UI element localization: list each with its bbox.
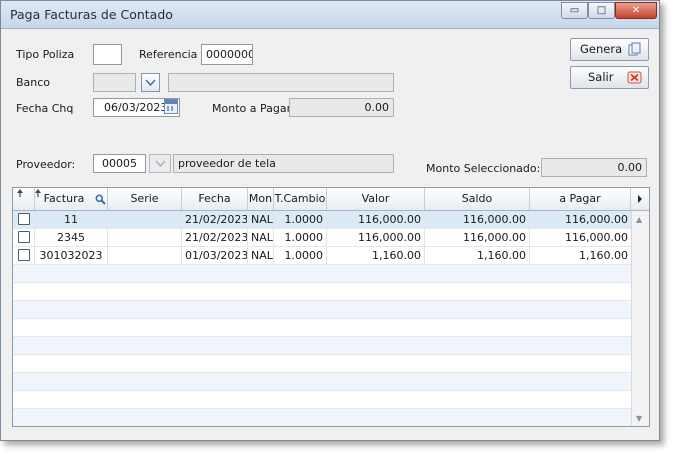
- empty-row: [13, 337, 631, 355]
- sort-column-header[interactable]: [13, 188, 35, 210]
- banco-name-field: [168, 73, 394, 92]
- arrow-right-icon: [638, 195, 642, 203]
- apagar-cell: 116,000.00: [565, 213, 628, 226]
- facturas-grid: Factura Serie Fecha Mon T.Cambio Valor S…: [12, 187, 650, 427]
- document-icon: [628, 42, 641, 56]
- tcambio-cell: 1.0000: [274, 229, 327, 246]
- monto-seleccionado-label: Monto Seleccionado:: [426, 162, 541, 175]
- mon-cell: NAL: [248, 211, 274, 228]
- row-checkbox[interactable]: [18, 213, 30, 225]
- valor-cell: 116,000.00: [327, 229, 425, 246]
- tcambio-cell: 1.0000: [274, 247, 327, 264]
- vertical-scrollbar[interactable]: ▲ ▼: [631, 211, 649, 426]
- banco-lookup-button[interactable]: [141, 73, 160, 92]
- row-checkbox[interactable]: [18, 249, 30, 261]
- proveedor-name-field: proveedor de tela: [173, 154, 394, 173]
- grid-rows: 11 21/02/2023 NAL 1.0000 116,000.00 116,…: [13, 211, 631, 426]
- exit-icon: [627, 71, 642, 84]
- close-icon: ✕: [631, 5, 641, 16]
- sort-icon: [35, 189, 41, 197]
- tipo-poliza-label: Tipo Poliza: [16, 48, 75, 61]
- minimize-button[interactable]: ▭: [561, 2, 588, 19]
- main-window: Paga Facturas de Contado ▭ □ ✕ Tipo Poli…: [0, 0, 660, 441]
- table-row[interactable]: 2345 21/02/2023 NAL 1.0000 116,000.00 11…: [13, 229, 631, 247]
- scroll-right-button[interactable]: [631, 188, 649, 210]
- proveedor-lookup-button[interactable]: [149, 154, 171, 173]
- saldo-cell: 1,160.00: [425, 247, 530, 264]
- fecha-cell: 21/02/2023: [182, 211, 248, 228]
- apagar-column-header[interactable]: a Pagar: [530, 188, 631, 210]
- apagar-cell: 1,160.00: [579, 249, 628, 262]
- valor-column-header[interactable]: Valor: [327, 188, 425, 210]
- valor-cell: 116,000.00: [327, 211, 425, 228]
- tcambio-column-header[interactable]: T.Cambio: [274, 188, 327, 210]
- banco-code-input[interactable]: [93, 73, 136, 92]
- tcambio-cell: 1.0000: [274, 211, 327, 228]
- factura-column-header[interactable]: Factura: [35, 188, 108, 210]
- referencia-input[interactable]: 0000000: [201, 44, 253, 65]
- serie-cell: [108, 229, 182, 246]
- maximize-button[interactable]: □: [588, 2, 615, 19]
- maximize-icon: □: [596, 5, 607, 16]
- table-row[interactable]: 301032023 01/03/2023 NAL 1.0000 1,160.00…: [13, 247, 631, 265]
- empty-row: [13, 301, 631, 319]
- scroll-up-icon[interactable]: ▲: [636, 215, 642, 224]
- title-bar[interactable]: Paga Facturas de Contado ▭ □ ✕: [1, 1, 659, 29]
- tipo-poliza-input[interactable]: [93, 44, 122, 65]
- fecha-label: Fecha Chq: [16, 102, 74, 115]
- genera-button[interactable]: Genera: [570, 38, 649, 61]
- salir-label: Salir: [588, 70, 614, 84]
- salir-button[interactable]: Salir: [570, 66, 649, 89]
- empty-row: [13, 283, 631, 301]
- fecha-cell: 21/02/2023: [182, 229, 248, 246]
- mon-cell: NAL: [248, 247, 274, 264]
- mon-cell: NAL: [248, 229, 274, 246]
- monto-seleccionado-field: 0.00: [541, 158, 647, 177]
- factura-cell: 2345: [35, 229, 108, 246]
- genera-label: Genera: [580, 42, 623, 56]
- table-row[interactable]: 11 21/02/2023 NAL 1.0000 116,000.00 116,…: [13, 211, 631, 229]
- valor-cell: 1,160.00: [327, 247, 425, 264]
- empty-row: [13, 355, 631, 373]
- empty-row: [13, 319, 631, 337]
- minimize-icon: ▭: [569, 5, 580, 16]
- row-checkbox[interactable]: [18, 231, 30, 243]
- serie-column-header[interactable]: Serie: [108, 188, 182, 210]
- serie-cell: [108, 211, 182, 228]
- empty-row: [13, 265, 631, 283]
- factura-header-label: Factura: [43, 192, 85, 205]
- chevron-down-icon: [154, 160, 166, 168]
- scroll-down-icon[interactable]: ▼: [636, 414, 642, 423]
- factura-cell: 11: [35, 211, 108, 228]
- factura-cell: 301032023: [35, 247, 108, 264]
- monto-pagar-field: 0.00: [289, 98, 394, 117]
- empty-row: [13, 373, 631, 391]
- close-button[interactable]: ✕: [615, 2, 657, 19]
- search-icon[interactable]: [95, 194, 106, 205]
- serie-cell: [108, 247, 182, 264]
- apagar-cell: 116,000.00: [565, 231, 628, 244]
- monto-pagar-label: Monto a Pagar: [212, 102, 292, 115]
- empty-row: [13, 409, 631, 426]
- saldo-cell: 116,000.00: [425, 211, 530, 228]
- sort-icon: [17, 189, 23, 197]
- referencia-label: Referencia: [139, 48, 198, 61]
- proveedor-label: Proveedor:: [16, 158, 76, 171]
- banco-label: Banco: [16, 76, 51, 89]
- saldo-cell: 116,000.00: [425, 229, 530, 246]
- fecha-column-header[interactable]: Fecha: [182, 188, 248, 210]
- grid-header: Factura Serie Fecha Mon T.Cambio Valor S…: [13, 188, 649, 211]
- saldo-column-header[interactable]: Saldo: [425, 188, 530, 210]
- calendar-icon[interactable]: [164, 99, 178, 114]
- fecha-cell: 01/03/2023: [182, 247, 248, 264]
- window-title: Paga Facturas de Contado: [10, 7, 173, 22]
- chevron-down-icon: [145, 79, 156, 87]
- empty-row: [13, 391, 631, 409]
- mon-column-header[interactable]: Mon: [248, 188, 274, 210]
- proveedor-code-input[interactable]: 00005: [93, 154, 146, 173]
